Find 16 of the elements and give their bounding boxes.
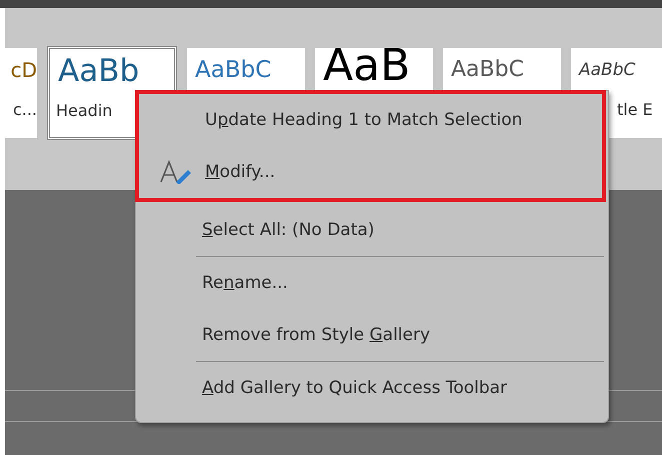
menu-item[interactable]: Add Gallery to Quick Access Toolbar (136, 362, 608, 414)
menu-item[interactable]: Remove from Style Gallery (136, 309, 608, 361)
style-name: c... (12, 99, 37, 119)
style-preview: cD (10, 57, 37, 84)
style-preview: AaBbC (450, 56, 525, 84)
menu-item[interactable]: Modify... (139, 146, 602, 198)
style-preview: AaBb (57, 52, 140, 90)
style-preview: AaBbC (577, 58, 636, 82)
style-preview: AaBbC (194, 56, 272, 84)
pen-icon (159, 160, 193, 184)
menu-item[interactable]: Select All: (No Data) (136, 204, 608, 256)
style-preview: AaB (322, 48, 412, 92)
style-name: Headin (55, 100, 114, 120)
menu-item[interactable]: Rename... (136, 257, 608, 309)
style-name: tle E (616, 99, 654, 119)
style-tile[interactable]: cD c... (5, 48, 37, 138)
